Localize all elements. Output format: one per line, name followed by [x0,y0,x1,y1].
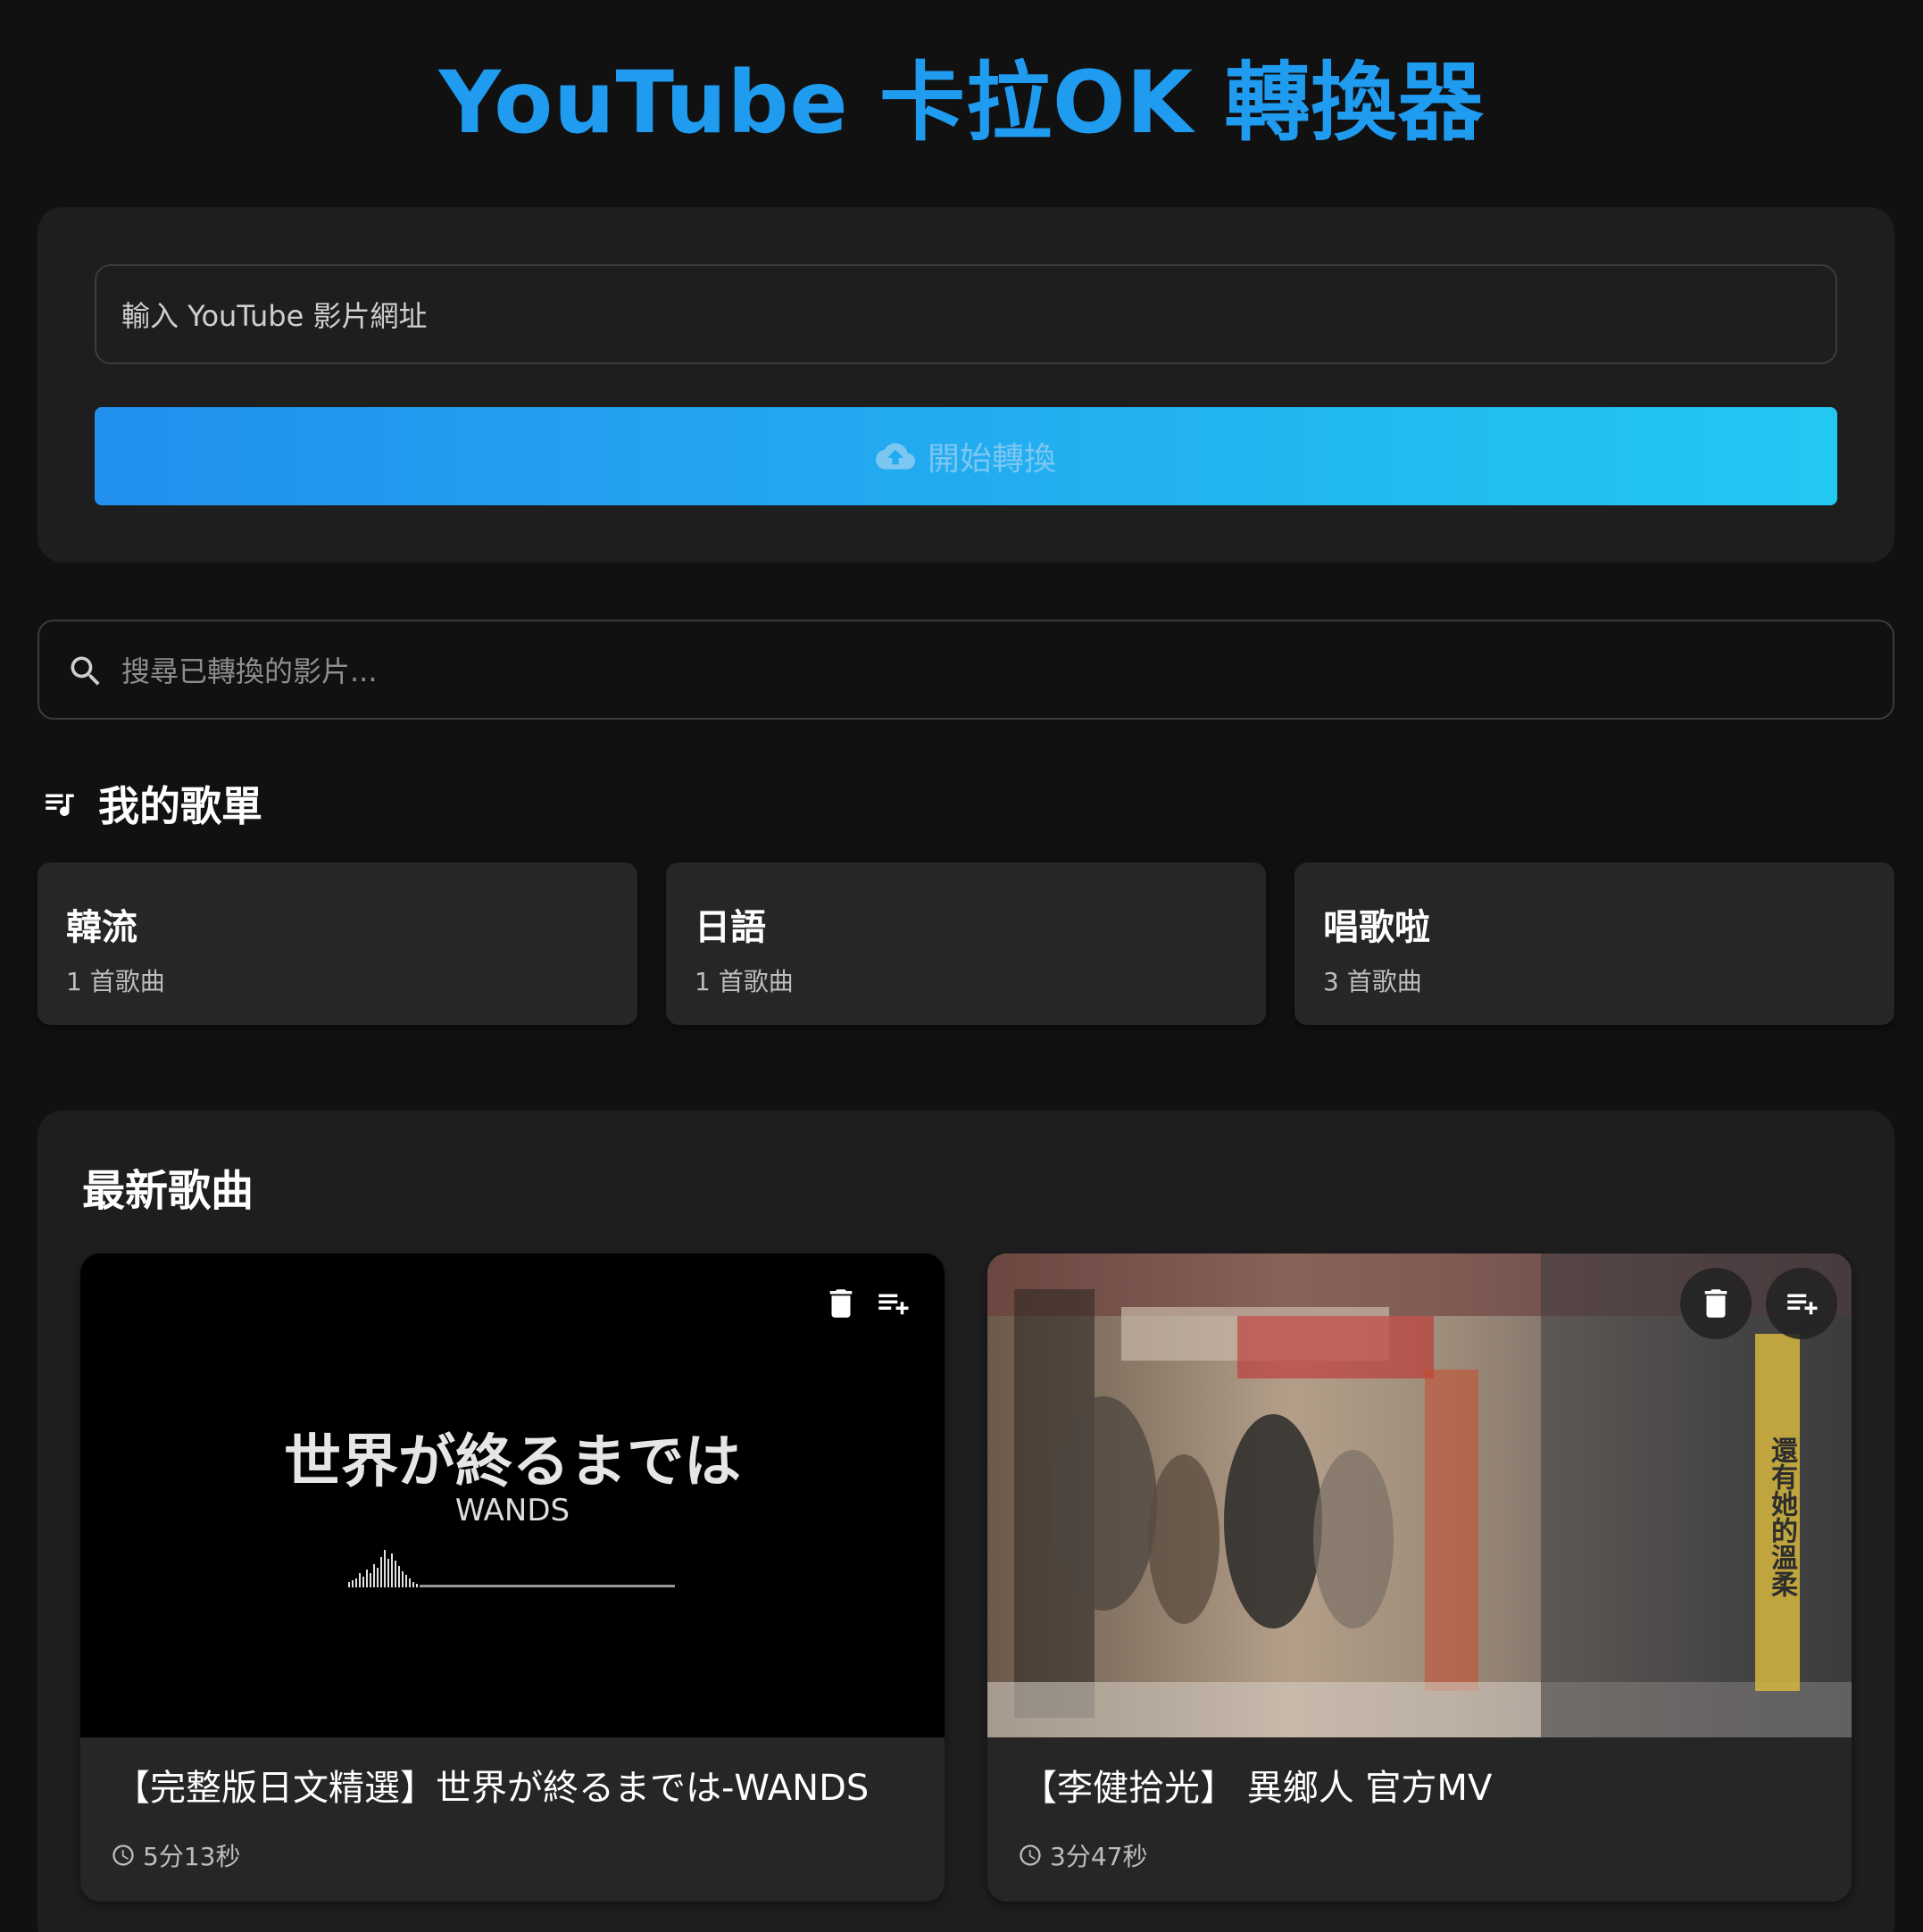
delete-song-button[interactable] [1680,1268,1752,1339]
playlist-add-icon [878,1294,909,1315]
add-to-playlist-button[interactable] [857,1268,928,1339]
trash-icon [1704,1289,1727,1318]
playlist-music-icon [46,794,74,817]
start-convert-button[interactable]: 開始轉換 [95,407,1837,505]
playlist-card-japanese[interactable]: 日語 1 首歌曲 [666,862,1266,1025]
song-card[interactable]: 世界が終るまでは WANDS 【完整版日文精選】世界が終るまでは-WANDS 5… [80,1253,945,1902]
playlist-section-heading: 我的歌單 [41,777,262,830]
audio-waveform [348,1550,675,1587]
song-title: 【完整版日文精選】世界が終るまでは-WANDS [114,1768,870,1809]
song-thumbnail[interactable]: 還有她的溫柔 [987,1253,1852,1737]
cloud-upload-icon [875,443,915,470]
thumbnail-song-title: 世界が終るまでは [284,1429,741,1495]
search-box[interactable]: 搜尋已轉換的影片... [37,620,1894,720]
page-title: YouTube 卡拉OK 轉換器 [438,53,1485,153]
playlist-heading-label: 我的歌單 [98,782,262,830]
youtube-url-input[interactable]: 輸入 YouTube 影片網址 [95,264,1837,364]
playlist-song-count: 1 首歌曲 [66,967,165,996]
search-placeholder: 搜尋已轉換的影片... [121,654,378,688]
playlist-name: 韓流 [66,907,137,948]
song-duration: 3分47秒 [1018,1837,1147,1873]
thumbnail-artist: WANDS [454,1493,570,1528]
playlist-card-korean[interactable]: 韓流 1 首歌曲 [37,862,637,1025]
search-icon [71,656,100,686]
latest-songs-panel: 最新歌曲 世界が終るまでは WANDS 【完整版日文精選】世界が終るまでは-WA… [37,1111,1894,1932]
search-input[interactable]: 搜尋已轉換的影片... [121,621,378,718]
playlist-name: 唱歌啦 [1323,907,1430,948]
playlist-name: 日語 [695,907,766,948]
song-duration: 5分13秒 [111,1837,240,1873]
song-thumbnail[interactable]: 世界が終るまでは WANDS [80,1253,945,1737]
clock-icon [112,1845,134,1866]
latest-songs-heading: 最新歌曲 [82,1166,254,1216]
clock-icon [1020,1845,1041,1866]
add-to-playlist-button[interactable] [1766,1268,1837,1339]
song-card[interactable]: 還有她的溫柔 【李健拾光】 異鄉人 官方MV 3分47秒 [987,1253,1852,1902]
playlist-song-count: 3 首歌曲 [1323,967,1422,996]
url-input-placeholder: 輸入 YouTube 影片網址 [121,299,428,333]
playlist-song-count: 1 首歌曲 [695,967,794,996]
start-convert-label: 開始轉換 [927,441,1056,478]
song-duration-value: 3分47秒 [1050,1842,1148,1871]
song-title: 【李健拾光】 異鄉人 官方MV [1021,1768,1493,1809]
playlist-add-icon [1787,1294,1818,1315]
song-duration-value: 5分13秒 [143,1842,241,1871]
converter-panel: 輸入 YouTube 影片網址 開始轉換 [37,207,1894,562]
playlist-card-sing[interactable]: 唱歌啦 3 首歌曲 [1294,862,1894,1025]
mv-vertical-caption: 還有她的溫柔 [1755,1334,1800,1691]
trash-icon [829,1289,853,1318]
